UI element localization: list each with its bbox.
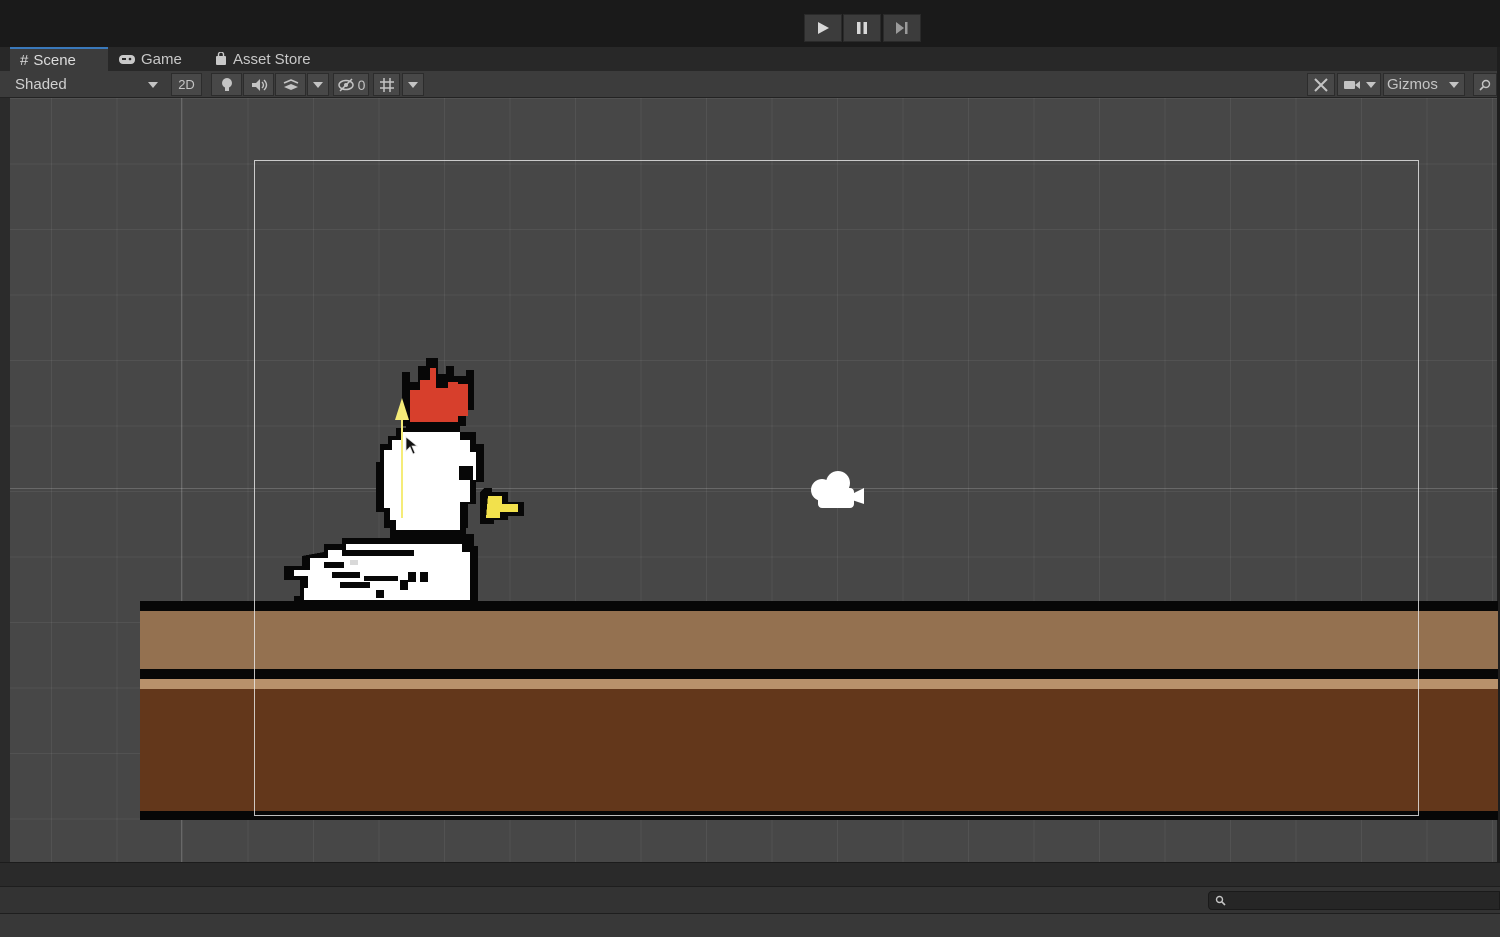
hidden-objects-toggle[interactable]: 0: [333, 73, 369, 96]
play-icon: [818, 22, 829, 34]
pause-button[interactable]: [843, 14, 881, 42]
visibility-icon: [337, 77, 354, 92]
grid-dropdown[interactable]: [402, 73, 424, 96]
scene-camera-gizmo-icon[interactable]: [808, 468, 866, 510]
effects-dropdown[interactable]: [307, 73, 329, 96]
gizmos-dropdown[interactable]: Gizmos: [1383, 73, 1465, 96]
tab-asset-store-label: Asset Store: [233, 50, 311, 68]
hash-icon: #: [20, 51, 29, 69]
lightbulb-icon: [221, 77, 232, 91]
chicken-eye: [459, 466, 473, 480]
play-button[interactable]: [804, 14, 842, 42]
camera-icon: [1343, 80, 1360, 89]
chevron-down-icon: [1449, 81, 1459, 88]
grid-icon: [379, 77, 394, 92]
step-icon: [896, 22, 908, 34]
pause-icon: [857, 22, 867, 34]
tab-game-label: Game: [141, 50, 182, 68]
play-mode-bar: [0, 0, 1500, 47]
camera-settings-dropdown[interactable]: [1337, 73, 1381, 96]
2d-label: 2D: [178, 77, 195, 92]
gizmos-label: Gizmos: [1387, 76, 1438, 93]
grid-toggle-button[interactable]: [373, 73, 400, 96]
shading-mode-dropdown[interactable]: Shaded: [8, 73, 164, 96]
tab-scene[interactable]: # Scene: [10, 47, 108, 71]
tools-toggle-button[interactable]: [1307, 73, 1335, 96]
effects-icon: [283, 78, 298, 90]
hidden-count: 0: [357, 76, 366, 93]
chevron-down-icon: [313, 81, 323, 88]
gamepad-icon: [119, 55, 135, 64]
effects-toggle-button[interactable]: [275, 73, 306, 96]
lighting-toggle-button[interactable]: [211, 73, 242, 96]
left-panel-edge: [0, 98, 10, 862]
chevron-down-icon: [148, 81, 158, 88]
search-icon: [1479, 79, 1491, 91]
audio-icon: [251, 78, 267, 91]
project-search-input[interactable]: [1208, 891, 1500, 910]
tab-game[interactable]: Game: [108, 47, 204, 71]
scene-search-button[interactable]: [1473, 73, 1497, 96]
step-button[interactable]: [883, 14, 921, 42]
chevron-down-icon: [408, 81, 418, 88]
tab-asset-store[interactable]: Asset Store: [204, 47, 334, 71]
bottom-panel-tabbar: [0, 862, 1500, 886]
chevron-down-icon: [1365, 81, 1376, 88]
tab-scene-label: Scene: [33, 51, 76, 69]
shopping-bag-icon: [216, 52, 226, 65]
search-icon: [1215, 895, 1226, 906]
bottom-panel-content: [0, 914, 1500, 937]
shading-mode-value: Shaded: [15, 76, 67, 93]
mouse-cursor-icon: [405, 436, 419, 455]
audio-toggle-button[interactable]: [243, 73, 274, 96]
2d-toggle-button[interactable]: 2D: [171, 73, 202, 96]
move-y-axis-handle[interactable]: [391, 396, 413, 520]
tools-icon: [1314, 77, 1328, 92]
